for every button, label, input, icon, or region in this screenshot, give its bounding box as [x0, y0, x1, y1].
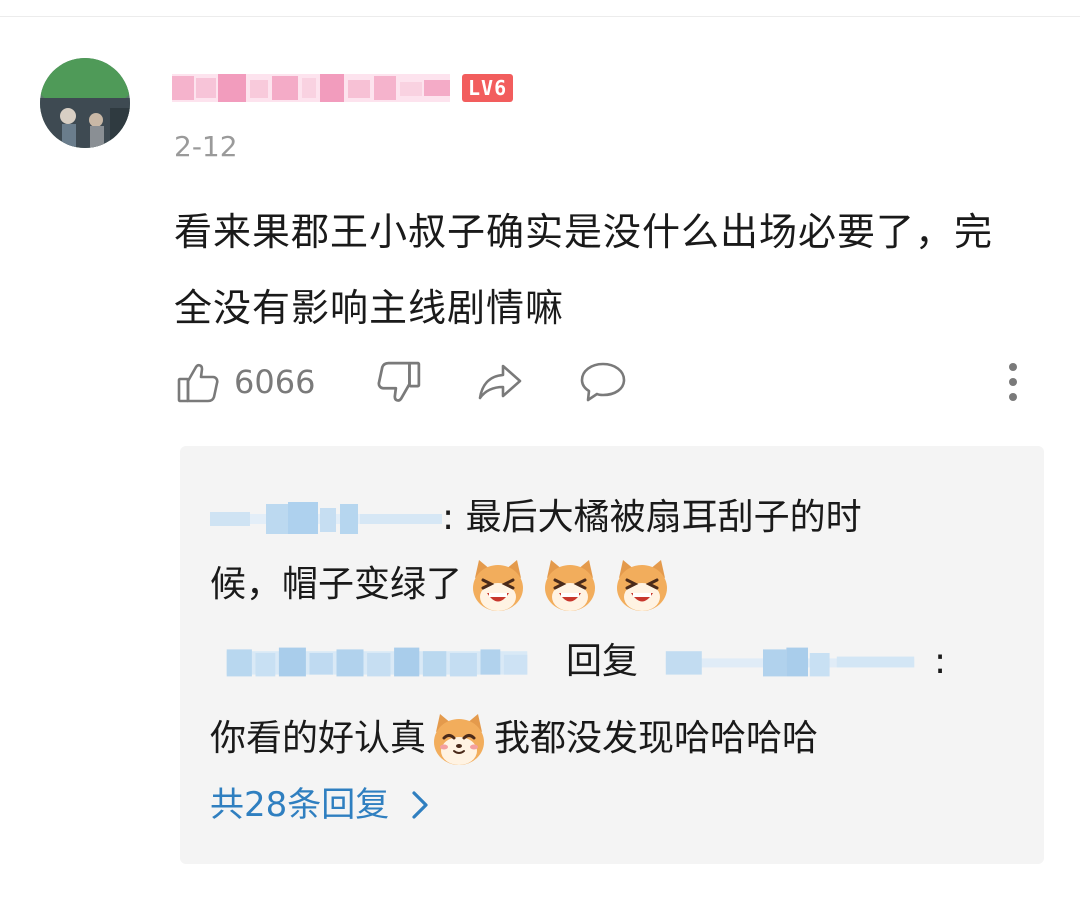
top-divider [0, 16, 1080, 17]
more-options-button[interactable] [1006, 360, 1020, 404]
reply-1-text-part-2: 候，帽子变绿了 [210, 564, 463, 605]
username-blurred[interactable] [172, 72, 450, 104]
more-icon [1009, 363, 1017, 401]
reply-to-label: 回复 [566, 641, 639, 682]
avatar[interactable] [40, 58, 130, 148]
reply-1-line-1: : 最后大橘被扇耳刮子的时 [210, 494, 862, 542]
view-all-replies-label: 共28条回复 [210, 785, 390, 825]
laughing-shiba-emoji-icon [469, 556, 527, 614]
dislike-button[interactable] [376, 360, 422, 406]
share-button[interactable] [476, 360, 524, 404]
thumbs-up-icon [177, 363, 219, 403]
view-all-replies-link[interactable]: 共28条回复 [210, 784, 429, 826]
comment-icon [580, 362, 626, 402]
like-button[interactable]: 6066 [176, 360, 315, 404]
reply-2-target-blurred[interactable] [652, 644, 928, 680]
laughing-shiba-emoji-icon [613, 556, 671, 614]
chevron-right-icon [412, 791, 428, 819]
reply-2-text-part-1: 你看的好认真 [210, 718, 427, 759]
reply-2-colon: : [934, 641, 947, 682]
reply-2-header: 回复 : [210, 638, 946, 686]
laughing-shiba-emoji-icon [541, 556, 599, 614]
reply-comment-button[interactable] [578, 360, 628, 404]
thumbs-down-icon [377, 361, 421, 402]
reply-1-text-part-1: : 最后大橘被扇耳刮子的时 [442, 497, 862, 538]
comment-text: 看来果郡王小叔子确实是没什么出场必要了，完全没有影响主线剧情嘛 [174, 210, 994, 330]
reply-2-text-part-2: 我都没发现哈哈哈哈 [494, 718, 819, 759]
comment-date: 2-12 [174, 130, 238, 163]
like-count: 6066 [234, 363, 316, 401]
share-icon [478, 364, 522, 400]
smiling-shiba-emoji-icon [430, 710, 488, 768]
reply-2-author-blurred[interactable] [210, 644, 544, 680]
level-badge: LV6 [462, 74, 514, 102]
reply-2-body: 你看的好认真 我都没发现哈哈哈哈 [210, 710, 818, 768]
reply-1-line-2: 候，帽子变绿了 [210, 556, 678, 614]
reply-1-author-blurred[interactable] [210, 500, 442, 536]
